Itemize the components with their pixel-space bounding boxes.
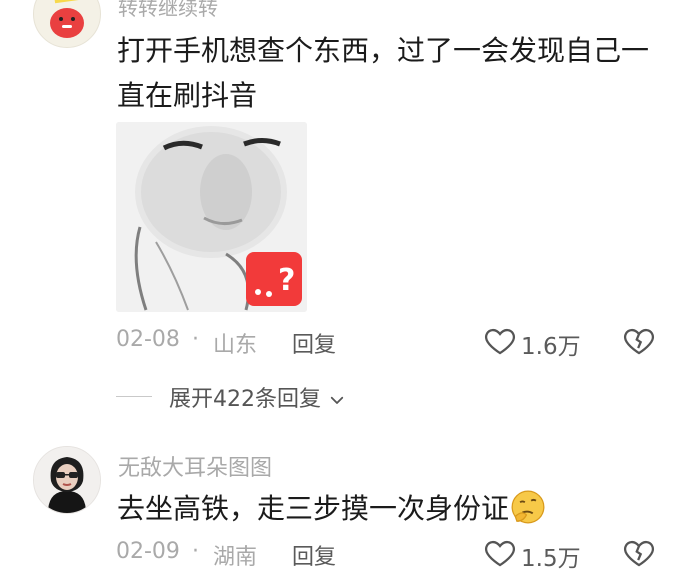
broken-heart-icon [624,540,654,567]
red-mascot-avatar-icon [50,0,89,38]
comment-text-body: 去坐高铁，走三步摸一次身份证 [117,492,510,525]
sticker-image[interactable]: ? [116,122,307,312]
heart-outline-icon [485,328,515,355]
woman-portrait-avatar-icon [34,447,100,513]
broken-heart-icon [624,328,654,355]
separator: · [192,327,199,352]
dislike-button[interactable] [622,536,656,570]
like-button[interactable] [483,324,517,358]
avatar[interactable] [33,0,101,48]
username[interactable]: 转转继续转 [118,0,218,21]
expand-replies-label: 展开422条回复 [169,387,321,412]
comment-date: 02-08 [116,327,180,352]
svg-text:?: ? [278,263,295,298]
comment-location: 湖南 [213,545,258,570]
meme-face-icon: ? [116,122,307,312]
reply-button[interactable]: 回复 [292,327,336,359]
comment-text: 打开手机想查个东西，过了一会发现自己一直在刷抖音 [117,34,650,112]
comment-date: 02-09 [116,539,180,564]
chevron-down-icon [330,396,344,404]
divider [116,396,152,397]
username[interactable]: 无敌大耳朵图图 [118,450,272,482]
like-count: 1.6万 [521,334,581,360]
comment-text: 去坐高铁，走三步摸一次身份证 [117,488,547,529]
like-count: 1.5万 [521,546,581,572]
like-button[interactable] [483,536,517,570]
expand-replies-button[interactable]: 展开422条回复 [169,381,346,413]
avatar[interactable] [33,446,101,514]
comment-location: 山东 [213,333,258,358]
dislike-button[interactable] [622,324,656,358]
separator: · [192,539,199,564]
thinking-face-emoji-icon [511,490,545,524]
reply-button[interactable]: 回复 [292,539,336,571]
heart-outline-icon [485,540,515,567]
